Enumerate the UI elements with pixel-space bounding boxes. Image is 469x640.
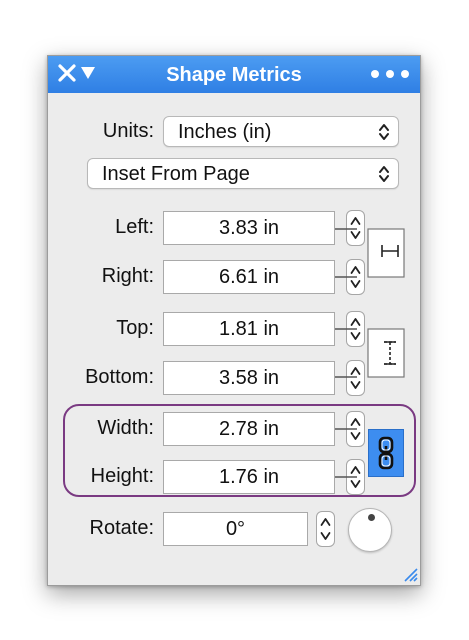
bottom-label: Bottom:: [85, 366, 154, 388]
vertical-distance-icon: [384, 341, 396, 365]
width-label: Width:: [97, 417, 154, 439]
top-label: Top:: [116, 317, 154, 339]
title-bar: Shape Metrics: [48, 56, 420, 93]
units-label: Units:: [102, 120, 154, 142]
height-label: Height:: [90, 465, 154, 487]
reference-popup[interactable]: Inset From Page: [87, 158, 399, 189]
reference-value: Inset From Page: [102, 163, 250, 185]
rotation-dial-indicator: [368, 514, 375, 521]
width-field[interactable]: 2.78 in: [163, 412, 335, 446]
stepper-arrows-icon: [320, 518, 331, 540]
rotate-label: Rotate:: [89, 517, 154, 539]
chain-link-icon: [378, 436, 394, 470]
rotate-field[interactable]: 0°: [163, 512, 308, 546]
window-title: Shape Metrics: [166, 64, 302, 86]
constrain-proportions-toggle[interactable]: [368, 429, 404, 477]
bottom-field[interactable]: 3.58 in: [163, 361, 335, 395]
horizontal-distance-icon: [381, 245, 399, 257]
height-field[interactable]: 1.76 in: [163, 460, 335, 494]
left-field[interactable]: 3.83 in: [163, 211, 335, 245]
chevron-updown-icon: [379, 124, 389, 140]
left-label: Left:: [115, 216, 154, 238]
units-value: Inches (in): [178, 121, 272, 143]
units-popup[interactable]: Inches (in): [163, 116, 399, 147]
more-icon[interactable]: [370, 69, 410, 79]
right-field[interactable]: 6.61 in: [163, 260, 335, 294]
chevron-updown-icon: [379, 166, 389, 182]
rotate-stepper[interactable]: [316, 511, 335, 547]
right-label: Right:: [101, 265, 154, 287]
resize-grip-icon[interactable]: [400, 564, 418, 582]
top-field[interactable]: 1.81 in: [163, 312, 335, 346]
rotation-dial[interactable]: [348, 508, 392, 552]
